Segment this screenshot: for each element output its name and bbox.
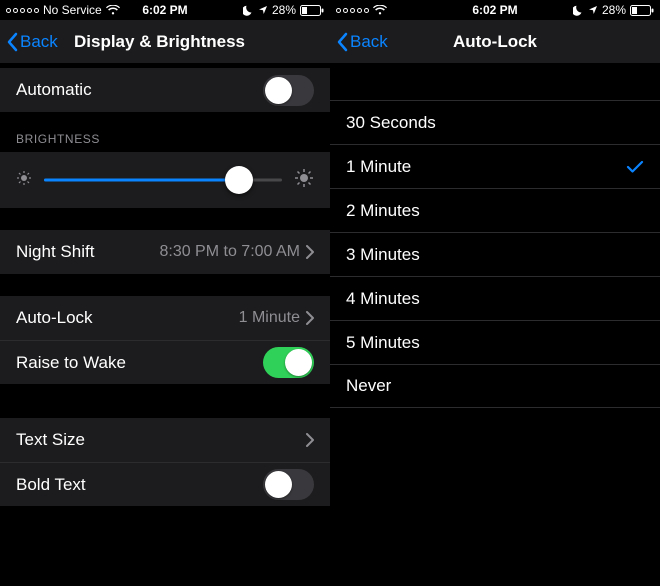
raise-to-wake-label: Raise to Wake	[16, 353, 263, 373]
battery-icon	[630, 5, 654, 16]
option-label: Never	[346, 376, 644, 396]
brightness-header: BRIGHTNESS	[0, 112, 330, 152]
sun-dim-icon	[16, 170, 32, 191]
signal-dots-icon	[336, 8, 369, 13]
signal-dots-icon	[6, 8, 39, 13]
chevron-right-icon	[306, 433, 314, 447]
moon-icon	[243, 5, 254, 16]
nav-bar: Back Display & Brightness	[0, 20, 330, 64]
wifi-icon	[373, 5, 387, 15]
wifi-icon	[106, 5, 120, 15]
automatic-row[interactable]: Automatic	[0, 68, 330, 112]
back-button[interactable]: Back	[330, 32, 388, 52]
text-size-label: Text Size	[16, 430, 306, 450]
chevron-right-icon	[306, 311, 314, 325]
auto-lock-option[interactable]: 2 Minutes	[330, 188, 660, 232]
bold-text-row[interactable]: Bold Text	[0, 462, 330, 506]
back-label: Back	[350, 32, 388, 52]
carrier-label: No Service	[43, 3, 102, 17]
bold-text-toggle[interactable]	[263, 469, 314, 500]
auto-lock-option[interactable]: 3 Minutes	[330, 232, 660, 276]
phone-auto-lock: 6:02 PM 28% Back Auto-Lock	[330, 0, 660, 586]
back-button[interactable]: Back	[0, 32, 58, 52]
location-icon	[588, 5, 598, 15]
option-label: 30 Seconds	[346, 113, 644, 133]
status-bar: No Service 6:02 PM 28%	[0, 0, 330, 20]
battery-pct-label: 28%	[272, 3, 296, 17]
checkmark-icon	[626, 160, 644, 174]
auto-lock-detail: 1 Minute	[239, 309, 300, 327]
night-shift-label: Night Shift	[16, 242, 159, 262]
auto-lock-option[interactable]: Never	[330, 364, 660, 408]
battery-pct-label: 28%	[602, 3, 626, 17]
back-label: Back	[20, 32, 58, 52]
bold-text-label: Bold Text	[16, 475, 263, 495]
brightness-slider[interactable]	[44, 165, 282, 195]
location-icon	[258, 5, 268, 15]
raise-to-wake-row[interactable]: Raise to Wake	[0, 340, 330, 384]
phone-display-brightness: No Service 6:02 PM 28%	[0, 0, 330, 586]
text-size-row[interactable]: Text Size	[0, 418, 330, 462]
auto-lock-option[interactable]: 30 Seconds	[330, 100, 660, 144]
night-shift-detail: 8:30 PM to 7:00 AM	[159, 243, 300, 261]
sun-bright-icon	[294, 168, 314, 193]
option-label: 3 Minutes	[346, 245, 644, 265]
automatic-label: Automatic	[16, 80, 263, 100]
option-label: 4 Minutes	[346, 289, 644, 309]
auto-lock-label: Auto-Lock	[16, 308, 239, 328]
auto-lock-option[interactable]: 1 Minute	[330, 144, 660, 188]
nav-bar: Back Auto-Lock	[330, 20, 660, 64]
status-bar: 6:02 PM 28%	[330, 0, 660, 20]
raise-to-wake-toggle[interactable]	[263, 347, 314, 378]
option-label: 2 Minutes	[346, 201, 644, 221]
moon-icon	[573, 5, 584, 16]
option-label: 5 Minutes	[346, 333, 644, 353]
auto-lock-option[interactable]: 5 Minutes	[330, 320, 660, 364]
night-shift-row[interactable]: Night Shift 8:30 PM to 7:00 AM	[0, 230, 330, 274]
brightness-row	[0, 152, 330, 208]
automatic-toggle[interactable]	[263, 75, 314, 106]
auto-lock-row[interactable]: Auto-Lock 1 Minute	[0, 296, 330, 340]
chevron-right-icon	[306, 245, 314, 259]
battery-icon	[300, 5, 324, 16]
auto-lock-option[interactable]: 4 Minutes	[330, 276, 660, 320]
option-label: 1 Minute	[346, 157, 626, 177]
